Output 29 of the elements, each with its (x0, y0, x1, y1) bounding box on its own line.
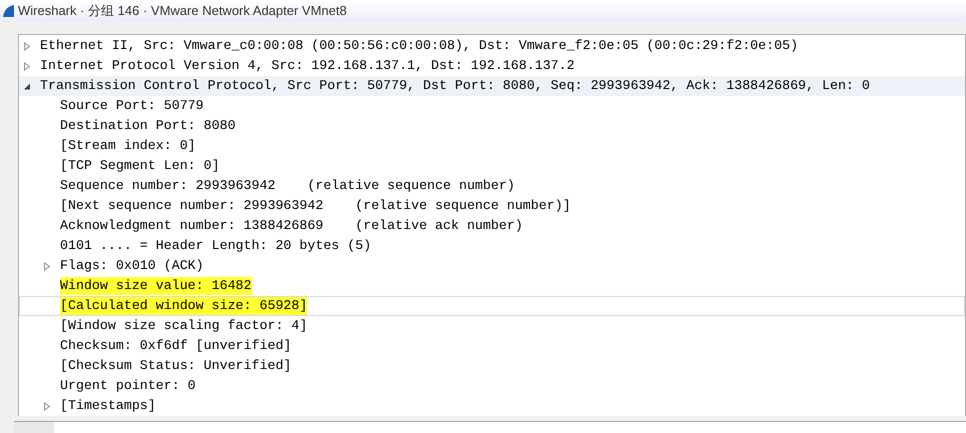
tree-label: Window size value: 16482 (60, 277, 252, 295)
tree-label: Flags: 0x010 (ACK) (60, 257, 204, 275)
tree-label: Sequence number: 2993963942 (relative sequence number) (60, 177, 515, 195)
tree-row[interactable]: [Timestamps] (19, 396, 965, 416)
tree-label: Urgent pointer: 0 (60, 377, 196, 395)
collapsed-arrow-icon[interactable] (23, 42, 31, 50)
tree-label: [Timestamps] (60, 397, 156, 415)
tree-label: [Window size scaling factor: 4] (60, 317, 308, 335)
tree-label: Transmission Control Protocol, Src Port: 50779, Dst Port: 8080, Seq: 2993963942, Ack: 1388426869, Len: 0 (40, 77, 870, 95)
tree-label: 0101 .... = Header Length: 20 bytes (5) (60, 237, 372, 255)
tree-row[interactable]: Transmission Control Protocol, Src Port: 50779, Dst Port: 8080, Seq: 2993963942, Ack: 1388426869, Len: 0 (19, 76, 965, 96)
tree-label: Source Port: 50779 (60, 97, 204, 115)
tree-label: [Calculated window size: 65928] (60, 297, 308, 315)
collapsed-arrow-icon[interactable] (43, 402, 51, 410)
collapsed-arrow-icon[interactable] (23, 62, 31, 70)
tree-label: Acknowledgment number: 1388426869 (relative ack number) (60, 217, 523, 235)
fin-icon (2, 4, 14, 18)
window-title: Wireshark · 分组 146 · VMware Network Adapter VMnet8 (18, 2, 347, 20)
tree-row[interactable]: [Calculated window size: 65928] (19, 296, 965, 316)
tree-label: Checksum: 0xf6df [unverified] (60, 337, 292, 355)
collapsed-arrow-icon[interactable] (43, 262, 51, 270)
tree-label: [TCP Segment Len: 0] (60, 157, 220, 175)
tree-label: Destination Port: 8080 (60, 117, 236, 135)
expanded-arrow-icon[interactable] (23, 82, 31, 90)
tree-label: [Next sequence number: 2993963942 (relative sequence number)] (60, 197, 571, 215)
tree-label: Ethernet II, Src: Vmware_c0:00:08 (00:50:56:c0:00:08), Dst: Vmware_f2:0e:05 (00:0c:29:f2:0e:05) (40, 37, 798, 55)
tree-label: [Checksum Status: Unverified] (60, 357, 292, 375)
tree-label: [Stream index: 0] (60, 137, 196, 155)
tree-label: Internet Protocol Version 4, Src: 192.168.137.1, Dst: 192.168.137.2 (40, 57, 575, 75)
